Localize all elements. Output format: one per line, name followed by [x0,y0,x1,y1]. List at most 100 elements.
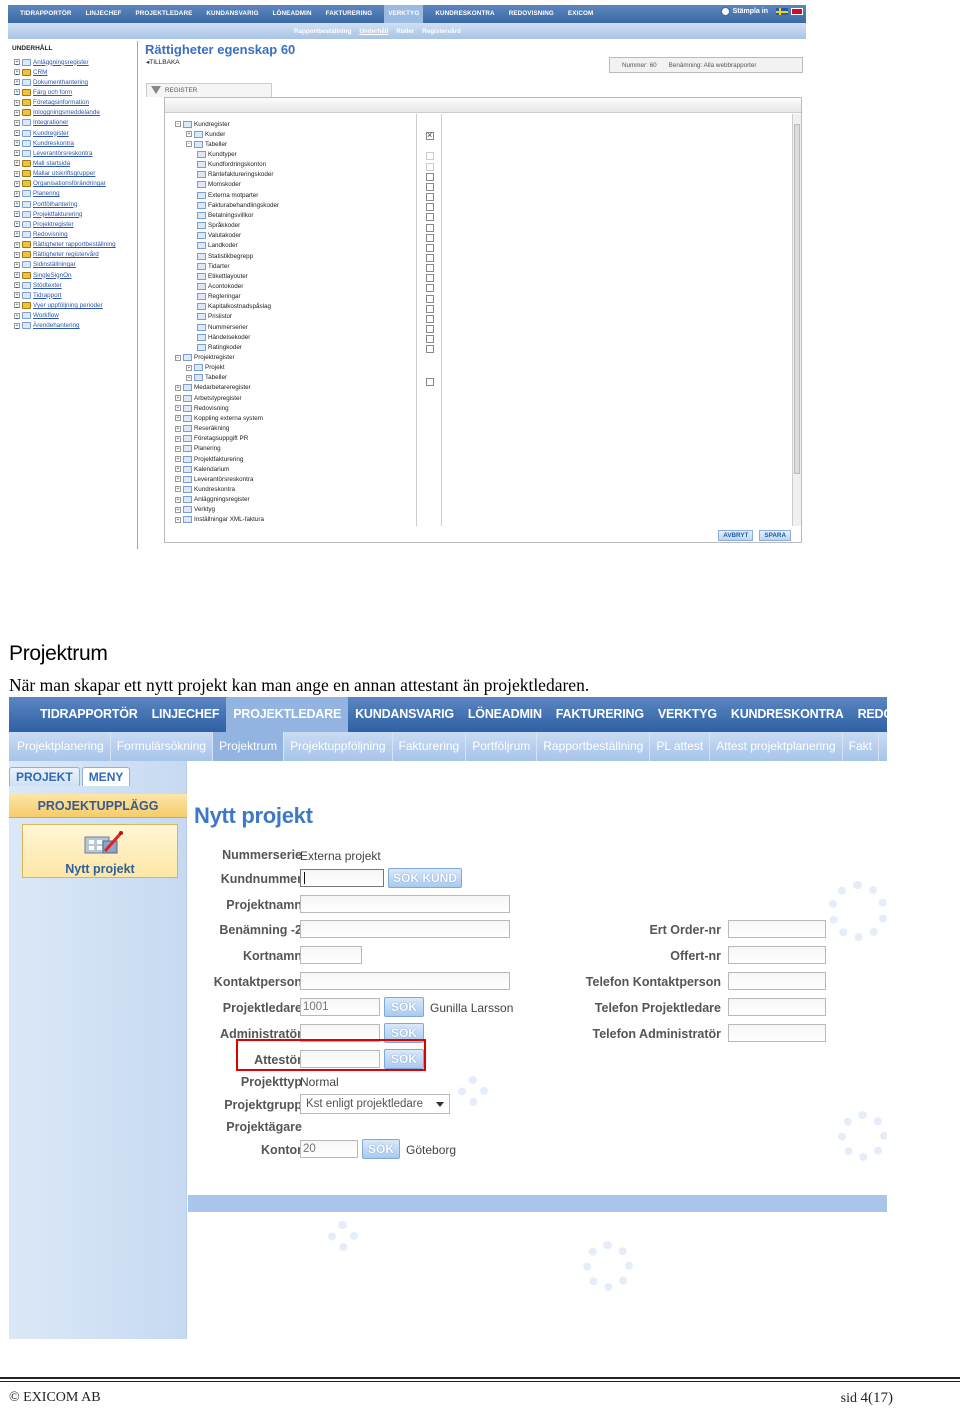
expand-icon[interactable]: + [14,201,20,208]
expand-icon[interactable]: + [175,506,181,513]
tree-node-kunder[interactable]: + Kunder [186,129,225,139]
nav-item-loneadmin[interactable]: LÖNEADMIN [461,697,549,732]
sidebar-item-farg-och-form[interactable]: + Färg och form [14,87,116,97]
scrollbar-thumb[interactable] [794,124,800,474]
nav-item-exicom[interactable]: EXICOM [566,5,595,23]
tab-meny[interactable]: MENY [81,767,131,786]
permission-checkbox[interactable] [426,223,434,232]
permission-checkbox[interactable] [426,162,434,171]
nav-item-loneadmin[interactable]: LÖNEADMIN [271,5,314,23]
expand-icon[interactable]: + [14,59,20,66]
permission-checkbox[interactable] [426,253,434,262]
expand-icon[interactable]: − [175,121,181,128]
expand-icon[interactable]: + [14,261,20,268]
sidebar-item-rattigheter-registervard[interactable]: + Rättigheter registervård [14,250,116,260]
kortnamn-input[interactable] [300,946,362,964]
expand-icon[interactable]: + [14,322,20,329]
permission-checkbox[interactable] [426,203,434,212]
sidebar-item-kundregister[interactable]: + Kundregister [14,128,116,138]
cancel-button[interactable]: AVBRYT [718,530,754,541]
subnav-item-projektuppfoljning[interactable]: Projektuppföljning [284,732,393,761]
permission-checkbox[interactable] [426,172,434,181]
expand-icon[interactable]: + [186,374,192,381]
expand-icon[interactable]: + [175,425,181,432]
sidebar-item-leverantorsreskontra[interactable]: + Leverantörsreskontra [14,148,116,158]
expand-icon[interactable]: + [14,180,20,187]
permission-checkbox[interactable] [426,213,434,222]
tree-node-handelsekoder[interactable]: Händelsekoder [197,332,250,342]
expand-icon[interactable]: + [14,119,20,126]
tab-projekt[interactable]: PROJEKT [9,767,80,786]
expand-icon[interactable]: + [186,364,192,371]
search-kontor-button[interactable]: SÖK [362,1139,400,1159]
permission-checkbox[interactable] [426,314,434,323]
tree-node-tidarter[interactable]: Tidarter [197,261,229,271]
sidebar-item-planering[interactable]: + Planering [14,189,116,199]
subnav-item-roller[interactable]: Roller [396,28,414,35]
tree-node-reserakning[interactable]: + Reseräkning [175,424,229,434]
expand-icon[interactable]: + [14,130,20,137]
permission-checkbox[interactable] [426,243,434,252]
tree-node-kundtyper[interactable]: Kundtyper [197,149,237,159]
offert-nr-input[interactable] [728,946,826,964]
expand-icon[interactable]: + [14,160,20,167]
expand-icon[interactable]: + [14,69,20,76]
subnav-item-registervard[interactable]: Registervård [422,28,461,35]
tree-node-acontokoder[interactable]: Acontokoder [197,281,243,291]
sidebar-item-tidrapport[interactable]: + Tidrapport [14,290,116,300]
sidebar-item-redovisning[interactable]: + Redovisning [14,229,116,239]
expand-icon[interactable]: + [175,466,181,473]
permission-checkbox[interactable] [426,193,434,202]
expand-icon[interactable]: + [14,190,20,197]
new-project-button[interactable]: Nytt projekt [22,824,178,878]
search-attestor-button[interactable]: SÖK [384,1049,424,1069]
tree-node-statistikbegrepp[interactable]: Statistikbegrepp [197,251,253,261]
tree-node-medarbetareregister[interactable]: + Medarbetareregister [175,383,251,393]
tree-node-arbetstypregister[interactable]: + Arbetstypregister [175,393,242,403]
expand-icon[interactable]: + [14,140,20,147]
tree-node-momskoder[interactable]: Momskoder [197,180,241,190]
tree-node-projektregister[interactable]: − Projektregister [175,352,235,362]
sidebar-item-organisationsforandringar[interactable]: + Organisationsförändringar [14,179,116,189]
nav-item-fakturering[interactable]: FAKTURERING [549,697,651,732]
tree-node-valutakoder[interactable]: Valutakoder [197,231,241,241]
tree-node-kalendarium[interactable]: + Kalendarium [175,464,229,474]
telefon-projektledare-input[interactable] [728,998,826,1016]
tree-node-kundfordringskonton[interactable]: Kundfordringskonton [197,160,266,170]
permission-checkbox[interactable] [426,233,434,242]
subnav-item-formularsokning[interactable]: Formulärsökning [111,732,214,761]
nav-item-linjechef[interactable]: LINJECHEF [145,697,227,732]
tree-node-kapitalkostnadspaslag[interactable]: Kapitalkostnadspåslag [197,302,271,312]
subnav-item-fakt[interactable]: Fakt [843,732,879,761]
permission-checkbox[interactable] [426,130,434,141]
expand-icon[interactable]: + [14,302,20,309]
tree-node-projektfakturering[interactable]: + Projektfakturering [175,454,243,464]
sidebar-item-kundreskontra[interactable]: + Kundreskontra [14,138,116,148]
expand-icon[interactable]: + [175,415,181,422]
projektledare-input[interactable]: 1001 [300,998,380,1016]
permission-checkbox[interactable] [426,274,434,283]
sidebar-item-singlesignon[interactable]: + SingleSignOn [14,270,116,280]
sidebar-item-workflow[interactable]: + Workflow [14,311,116,321]
save-button[interactable]: SPARA [759,530,791,541]
expand-icon[interactable]: + [14,99,20,106]
sidebar-item-dokumenthantering[interactable]: + Dokumenthantering [14,77,116,87]
telefon-administrator-input[interactable] [728,1024,826,1042]
sidebar-item-sidinstallningar[interactable]: + Sidinställningar [14,260,116,270]
expand-icon[interactable]: + [14,231,20,238]
permission-checkbox[interactable] [426,152,434,161]
kontor-input[interactable]: 20 [300,1140,358,1158]
vertical-scrollbar[interactable] [792,114,801,526]
tree-node-sprakkoder[interactable]: Språkkoder [197,221,240,231]
sidebar-item-crm[interactable]: + CRM [14,67,116,77]
expand-icon[interactable]: − [175,354,181,361]
tree-node-anlaggningsregister[interactable]: + Anläggningsregister [175,495,250,505]
expand-icon[interactable]: + [14,79,20,86]
sidebar-item-mall-startsida[interactable]: + Mall startsida [14,158,116,168]
expand-icon[interactable]: + [14,150,20,157]
projektnamn-input[interactable] [300,895,510,913]
permission-checkbox[interactable] [426,345,434,354]
kontaktperson-input[interactable] [300,972,510,990]
sidebar-item-rattigheter-rapportbestallning[interactable]: + Rättigheter rapportbeställning [14,240,116,250]
tree-node-nummerserier[interactable]: Nummerserier [197,322,248,332]
